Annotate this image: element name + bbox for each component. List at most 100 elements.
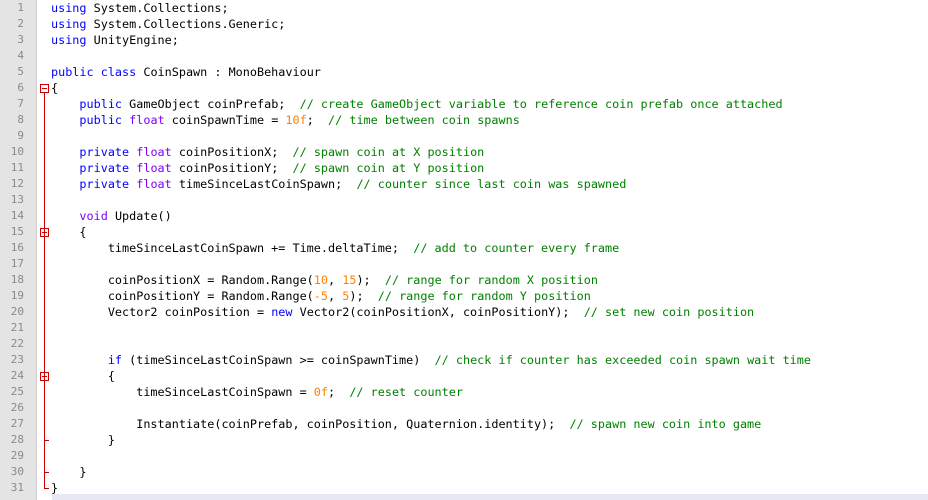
code-line: public float coinSpawnTime = 10f; // tim… — [51, 112, 520, 128]
code-line: Vector2 coinPosition = new Vector2(coinP… — [51, 304, 754, 320]
line-number: 3 — [17, 33, 24, 46]
line-number: 14 — [10, 209, 24, 222]
line-number: 15 — [10, 225, 24, 238]
code-token: using — [51, 33, 87, 47]
code-token: Vector2(coinPositionX, coinPositionY); — [292, 305, 584, 319]
code-token: CoinSpawn : MonoBehaviour — [136, 65, 321, 79]
line-number: 13 — [10, 193, 24, 206]
code-token: if — [107, 353, 123, 367]
code-token: coinSpawnTime = — [164, 113, 286, 127]
line-number: 25 — [10, 385, 24, 398]
code-token: coinPositionX; — [171, 145, 293, 159]
code-token: timeSinceLastCoinSpawn = — [51, 385, 314, 399]
line-number: 12 — [10, 177, 24, 190]
line-number: 18 — [10, 273, 24, 286]
code-editor[interactable]: 1 2 3 4 5 6 7 8 9 10 11 12 13 14 15 16 17 18 19 20 21 22 23 24 2… — [0, 0, 928, 500]
code-token: // spawn coin at X position — [292, 145, 485, 159]
code-token: UnityEngine; — [86, 33, 179, 47]
line-number: 20 — [10, 305, 24, 318]
code-token: GameObject coinPrefab; — [122, 97, 300, 111]
code-token: timeSinceLastCoinSpawn; — [171, 177, 357, 191]
line-number: 17 — [10, 257, 24, 270]
fold-end-tick — [44, 488, 49, 489]
code-line: { — [51, 80, 58, 96]
line-number: 6 — [17, 81, 24, 94]
code-token: 0f — [313, 385, 329, 399]
code-token: System.Collections; — [86, 1, 229, 15]
code-token: Vector2 coinPosition = — [51, 305, 272, 319]
line-number: 31 — [10, 481, 24, 494]
line-number: 7 — [17, 97, 24, 110]
code-token: ; — [306, 113, 329, 127]
code-token: float — [136, 177, 172, 191]
code-line: void Update() — [51, 208, 172, 224]
code-token: { — [51, 225, 87, 239]
code-token: void — [79, 209, 108, 223]
code-token: // reset counter — [349, 385, 463, 399]
code-token: Instantiate(coinPrefab, coinPosition, Qu… — [51, 417, 570, 431]
code-token: , — [328, 289, 343, 303]
code-token: using — [51, 1, 87, 15]
line-number: 24 — [10, 369, 24, 382]
line-number: 10 — [10, 145, 24, 158]
code-token: coinPositionY; — [171, 161, 293, 175]
code-token: } — [51, 465, 87, 479]
code-token: public — [79, 113, 123, 127]
code-line: private float timeSinceLastCoinSpawn; //… — [51, 176, 626, 192]
fold-end-tick — [44, 440, 49, 441]
code-token: private — [79, 145, 130, 159]
code-token: // time between coin spawns — [328, 113, 520, 127]
line-number: 22 — [10, 337, 24, 350]
line-number: 5 — [17, 65, 24, 78]
code-token: using — [51, 17, 87, 31]
line-number-gutter: 1 2 3 4 5 6 7 8 9 10 11 12 13 14 15 16 17 18 19 20 21 22 23 24 2… — [0, 0, 37, 500]
code-token: private — [79, 161, 130, 175]
line-number: 2 — [17, 17, 24, 30]
code-line: public GameObject coinPrefab; // create … — [51, 96, 783, 112]
code-token: // check if counter has exceeded coin sp… — [434, 353, 811, 367]
fold-scope-line — [44, 93, 45, 488]
line-number: 8 — [17, 113, 24, 126]
code-token: float — [136, 145, 172, 159]
code-token: public — [79, 97, 123, 111]
line-number: 29 — [10, 449, 24, 462]
code-line: using System.Collections.Generic; — [51, 16, 285, 32]
code-line: } — [51, 464, 87, 480]
code-token: } — [51, 433, 115, 447]
code-text-area[interactable]: using System.Collections; using System.Co… — [51, 0, 928, 500]
code-token: coinPositionY = Random.Range( — [51, 289, 314, 303]
line-number: 4 — [17, 49, 24, 62]
line-number: 23 — [10, 353, 24, 366]
code-line: public class CoinSpawn : MonoBehaviour — [51, 64, 321, 80]
line-number: 27 — [10, 417, 24, 430]
code-token: private — [79, 177, 130, 191]
code-token: coinPositionX = Random.Range( — [51, 273, 314, 287]
code-token: Update() — [107, 209, 172, 223]
code-token: public class — [51, 65, 137, 79]
code-token: ); — [356, 273, 385, 287]
code-line: timeSinceLastCoinSpawn += Time.deltaTime… — [51, 240, 619, 256]
code-token: -5 — [313, 289, 329, 303]
code-token: // create GameObject variable to referen… — [299, 97, 783, 111]
code-token: , — [328, 273, 343, 287]
code-token: // range for random X position — [384, 273, 598, 287]
code-token: float — [136, 161, 172, 175]
code-token: // spawn new coin into game — [569, 417, 762, 431]
code-token: { — [51, 369, 115, 383]
code-token: (timeSinceLastCoinSpawn >= coinSpawnTime… — [122, 353, 435, 367]
code-token: timeSinceLastCoinSpawn += Time.deltaTime… — [51, 241, 414, 255]
code-token: ); — [349, 289, 378, 303]
code-token: // range for random Y position — [377, 289, 591, 303]
fold-minus-icon[interactable] — [40, 84, 49, 93]
line-number: 16 — [10, 241, 24, 254]
line-number: 9 — [17, 129, 24, 142]
code-line: coinPositionX = Random.Range(10, 15); //… — [51, 272, 598, 288]
code-token: 10f — [285, 113, 307, 127]
code-line: timeSinceLastCoinSpawn = 0f; // reset co… — [51, 384, 463, 400]
line-number: 19 — [10, 289, 24, 302]
